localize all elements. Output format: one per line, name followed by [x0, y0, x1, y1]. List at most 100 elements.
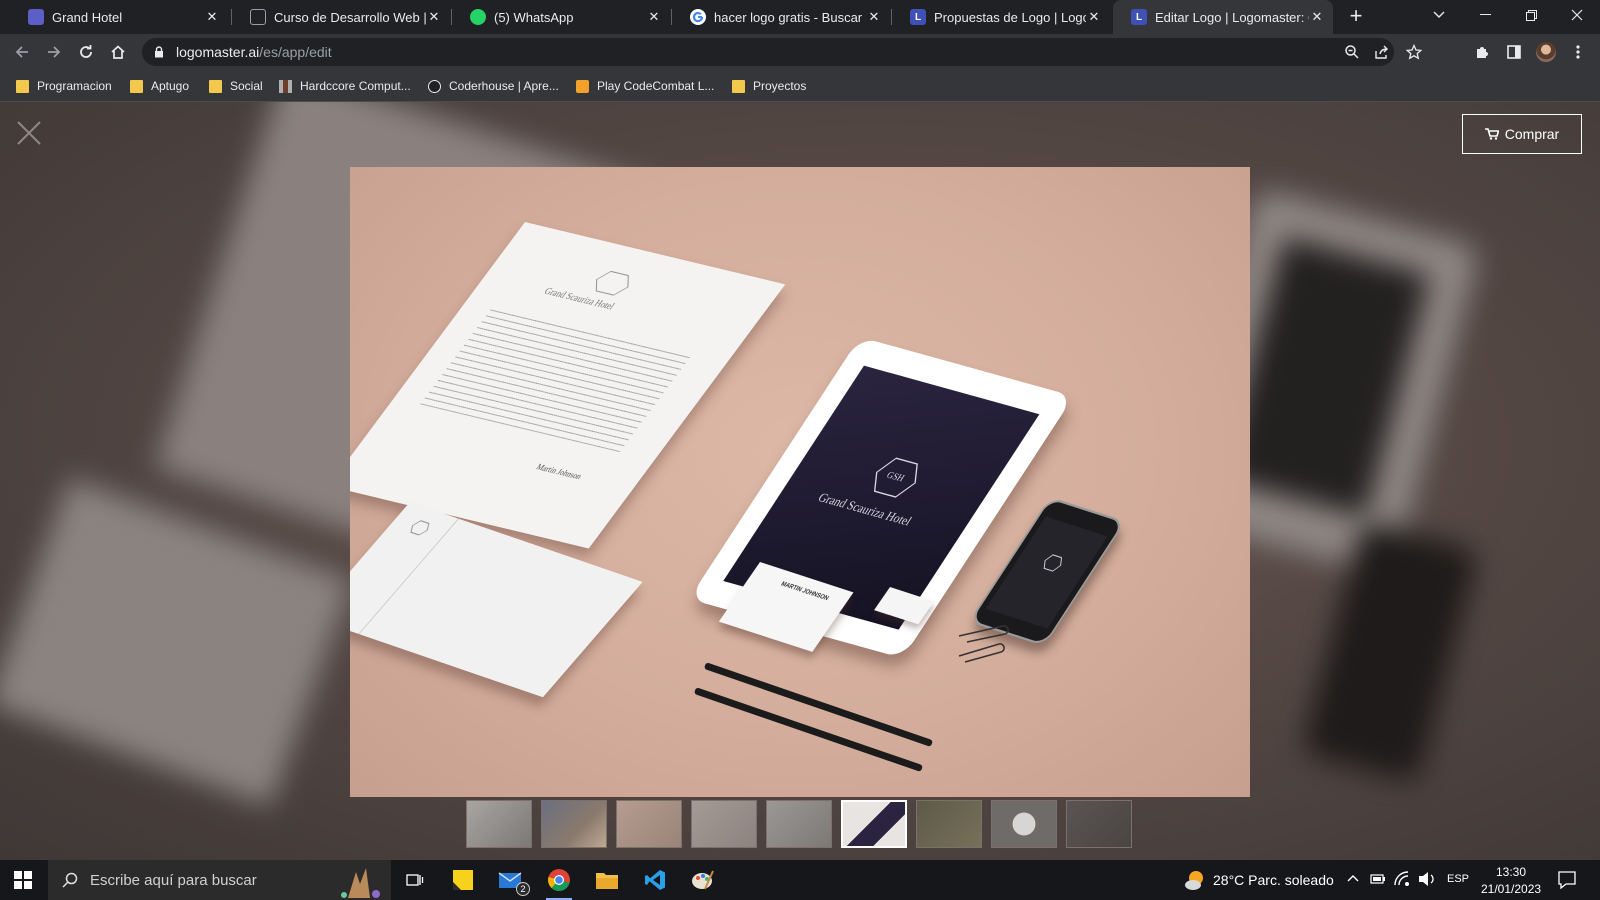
bookmark-coderhouse[interactable]: Coderhouse | Apre...	[428, 70, 559, 102]
back-button[interactable]	[8, 38, 36, 66]
lock-icon[interactable]	[142, 46, 176, 58]
wifi-icon[interactable]	[1394, 871, 1410, 887]
logomaster-favicon-icon: L	[1131, 9, 1147, 25]
minimize-button[interactable]	[1462, 0, 1508, 30]
whatsapp-favicon-icon	[470, 9, 486, 25]
tab-grand-hotel[interactable]: Grand Hotel ✕	[10, 0, 228, 34]
bookmark-hardcore[interactable]: Hardccore Comput...	[279, 70, 411, 102]
close-tab-icon[interactable]: ✕	[1086, 9, 1102, 25]
hexagon-logo-icon	[410, 520, 430, 536]
background-phone-blur	[1300, 520, 1480, 784]
bookmark-label: Proyectos	[753, 79, 807, 93]
coderhouse-favicon-icon	[250, 9, 266, 25]
buy-button-label: Comprar	[1504, 126, 1560, 142]
forward-button[interactable]	[40, 38, 68, 66]
calendar-favicon-icon	[28, 9, 44, 25]
share-icon[interactable]	[1374, 44, 1390, 63]
close-tab-icon[interactable]: ✕	[204, 9, 220, 25]
reload-button[interactable]	[72, 38, 100, 66]
language-indicator[interactable]: ESP	[1447, 873, 1469, 885]
chrome-app[interactable]	[536, 860, 582, 900]
clock-date[interactable]: 21/01/2023	[1481, 882, 1541, 896]
bookmark-label: Aptugo	[151, 79, 190, 93]
mail-app[interactable]: 2	[488, 860, 534, 900]
thumbnail-item[interactable]	[691, 800, 757, 848]
zoom-icon[interactable]	[1344, 44, 1360, 63]
folder-icon	[130, 79, 143, 93]
extensions-button[interactable]	[1468, 38, 1496, 66]
taskbar-search-box[interactable]: Escribe aquí para buscar	[48, 860, 391, 900]
codecombat-favicon-icon	[576, 79, 589, 93]
folder-icon	[732, 79, 745, 93]
minimize-icon	[1479, 14, 1491, 15]
chevron-down-icon	[1433, 11, 1445, 18]
thumbnail-item-active[interactable]	[841, 800, 907, 848]
kebab-menu-icon	[1576, 45, 1580, 59]
clock-time[interactable]: 13:30	[1496, 865, 1526, 879]
volume-icon[interactable]	[1418, 871, 1436, 887]
tab-whatsapp[interactable]: (5) WhatsApp ✕	[452, 0, 670, 34]
tab-curso-desarrollo[interactable]: Curso de Desarrollo Web | Pla ✕	[232, 0, 450, 34]
search-placeholder: Escribe aquí para buscar	[90, 871, 257, 889]
close-preview-button[interactable]	[14, 118, 44, 148]
close-tab-icon[interactable]: ✕	[646, 9, 662, 25]
tab-propuestas-logo[interactable]: L Propuestas de Logo | Logoma ✕	[892, 0, 1110, 34]
url-domain: logomaster.ai	[176, 44, 260, 60]
tab-title: hacer logo gratis - Buscar cor	[714, 9, 866, 25]
paint-palette-icon	[692, 870, 714, 890]
bookmark-star-icon[interactable]	[1405, 43, 1423, 63]
bookmark-social[interactable]: Social	[209, 70, 263, 102]
menu-button[interactable]	[1564, 38, 1592, 66]
close-window-button[interactable]	[1554, 0, 1600, 30]
profile-avatar[interactable]	[1532, 38, 1560, 66]
new-tab-button[interactable]: +	[1343, 4, 1369, 30]
bookmark-aptugo[interactable]: Aptugo	[130, 70, 189, 102]
close-tab-icon[interactable]: ✕	[426, 9, 442, 25]
side-panel-icon	[1507, 45, 1521, 59]
thumbnail-item[interactable]	[616, 800, 682, 848]
thumbnail-item[interactable]	[466, 800, 532, 848]
thumbnail-item[interactable]	[766, 800, 832, 848]
bookmark-programacion[interactable]: Programacion	[16, 70, 112, 102]
bookmark-proyectos[interactable]: Proyectos	[732, 70, 806, 102]
avatar-icon	[1536, 42, 1556, 62]
hardcore-favicon-icon	[279, 79, 292, 93]
file-explorer-app[interactable]	[584, 860, 630, 900]
tab-search-button[interactable]	[1416, 0, 1462, 30]
hexagon-logo-icon	[1043, 554, 1063, 572]
tab-title: Grand Hotel	[52, 9, 123, 25]
windows-taskbar: Escribe aquí para buscar 2 28°C Parc. so…	[0, 860, 1600, 900]
home-button[interactable]	[104, 38, 132, 66]
notifications-icon[interactable]	[1558, 871, 1576, 889]
paint-app[interactable]	[680, 860, 726, 900]
chevron-up-icon[interactable]	[1347, 874, 1359, 882]
tab-google-search[interactable]: hacer logo gratis - Buscar cor ✕	[672, 0, 890, 34]
vscode-app[interactable]	[632, 860, 678, 900]
close-tab-icon[interactable]: ✕	[866, 9, 882, 25]
thumbnail-item[interactable]	[1066, 800, 1132, 848]
arrow-left-icon	[15, 46, 28, 58]
start-button[interactable]	[0, 860, 46, 900]
close-tab-icon[interactable]: ✕	[1309, 9, 1325, 25]
thumbnail-item[interactable]	[916, 800, 982, 848]
bookmark-codecombat[interactable]: Play CodeCombat L...	[576, 70, 714, 102]
business-card-name: MARTIN JOHNSON	[779, 581, 830, 603]
weather-partly-sunny-icon[interactable]	[1184, 869, 1206, 891]
tab-title: (5) WhatsApp	[494, 9, 574, 25]
bookmark-label: Play CodeCombat L...	[597, 79, 715, 93]
thumbnail-item[interactable]	[991, 800, 1057, 848]
battery-icon[interactable]	[1370, 872, 1386, 886]
thumbnail-item[interactable]	[541, 800, 607, 848]
task-view-button[interactable]	[392, 860, 438, 900]
stationery-mockup-image: Grand Scauriza Hotel Martin Johnson GSH …	[350, 167, 1250, 797]
google-favicon-icon	[690, 9, 706, 25]
coderhouse-favicon-icon	[428, 79, 441, 93]
weather-text[interactable]: 28°C Parc. soleado	[1213, 872, 1334, 888]
buy-button[interactable]: Comprar	[1462, 114, 1582, 154]
tab-editar-logo[interactable]: L Editar Logo | Logomaster: On ✕	[1113, 0, 1333, 34]
side-panel-button[interactable]	[1500, 38, 1528, 66]
restore-button[interactable]	[1508, 0, 1554, 30]
sticky-notes-app[interactable]	[440, 860, 486, 900]
address-bar[interactable]: logomaster.ai /es/app/edit	[142, 38, 1423, 66]
close-icon	[1571, 9, 1583, 21]
